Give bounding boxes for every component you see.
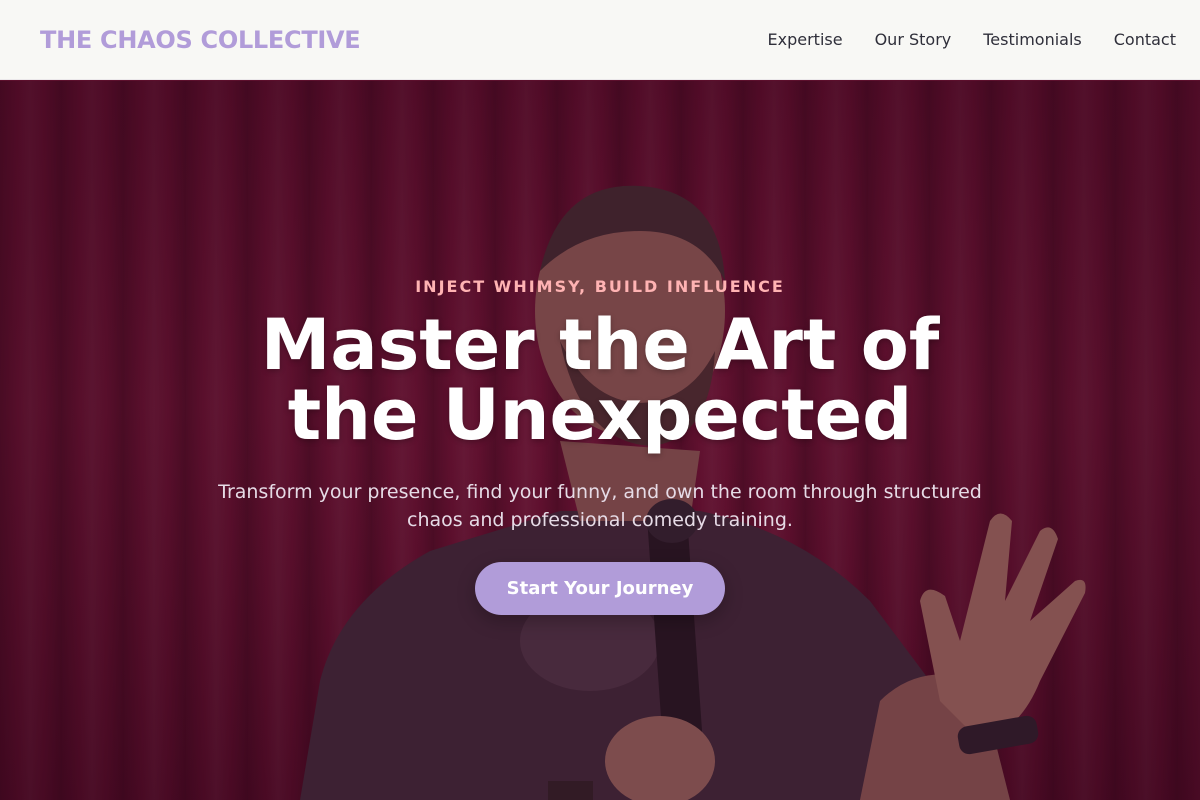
- hero-headline: Master the Art of the Unexpected: [260, 304, 940, 456]
- nav-link-expertise[interactable]: Expertise: [768, 30, 843, 49]
- brand-logo[interactable]: THE CHAOS COLLECTIVE: [40, 26, 361, 54]
- hero-content: INJECT WHIMSY, BUILD INFLUENCE Master th…: [0, 81, 1200, 800]
- nav-link-contact[interactable]: Contact: [1114, 30, 1176, 49]
- nav-links: Expertise Our Story Testimonials Contact: [768, 30, 1176, 49]
- start-journey-button[interactable]: Start Your Journey: [475, 562, 725, 615]
- hero-eyebrow: INJECT WHIMSY, BUILD INFLUENCE: [415, 277, 785, 296]
- nav-link-testimonials[interactable]: Testimonials: [983, 30, 1082, 49]
- top-navbar: THE CHAOS COLLECTIVE Expertise Our Story…: [0, 0, 1200, 80]
- hero-subtext: Transform your presence, find your funny…: [218, 481, 982, 531]
- nav-link-our-story[interactable]: Our Story: [875, 30, 952, 49]
- hero-section: INJECT WHIMSY, BUILD INFLUENCE Master th…: [0, 81, 1200, 800]
